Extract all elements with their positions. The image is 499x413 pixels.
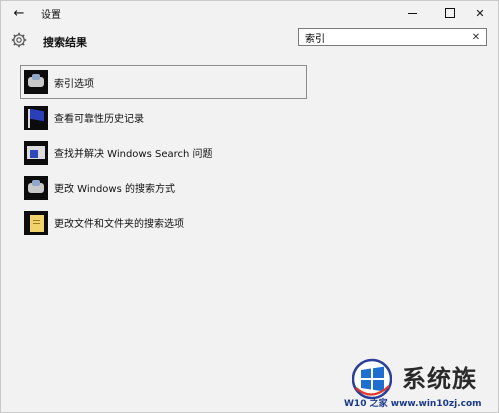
clear-icon: ✕: [471, 31, 481, 43]
watermark: 系统族 W10 之家 www.win10zj.com: [344, 356, 494, 409]
result-indexing-options[interactable]: 索引选项: [20, 65, 307, 99]
gear-icon: [11, 32, 27, 48]
result-label: 查找并解决 Windows Search 问题: [54, 149, 213, 160]
close-icon: ✕: [475, 6, 485, 20]
result-folder-search-options[interactable]: 更改文件和文件夹的搜索选项: [21, 207, 307, 238]
watermark-url-part3: www.win10zj.com: [390, 399, 482, 409]
maximize-button[interactable]: [433, 1, 467, 25]
page-header: 搜索结果 ✕: [1, 25, 498, 59]
close-button[interactable]: ✕: [463, 1, 497, 25]
page-title: 搜索结果: [43, 36, 87, 49]
search-input[interactable]: [299, 29, 465, 45]
result-label: 查看可靠性历史记录: [54, 114, 144, 125]
troubleshoot-icon: [24, 140, 48, 165]
watermark-brand: 系统族: [402, 365, 477, 393]
windows-logo-icon: [352, 358, 392, 400]
title-bar: ← 设置 ✕: [1, 1, 498, 25]
watermark-url-part1: W10: [344, 399, 367, 409]
maximize-icon: [445, 8, 455, 18]
clear-search-button[interactable]: ✕: [470, 30, 482, 44]
reliability-flag-icon: [24, 105, 48, 130]
result-troubleshoot-search[interactable]: 查找并解决 Windows Search 问题: [21, 137, 307, 168]
settings-window: ← 设置 ✕ 搜索结果 索引 ✕ 索引选项 查看可靠性历史记录 查找并解决 Wi…: [0, 0, 499, 413]
search-results-list: 索引选项 查看可靠性历史记录 查找并解决 Windows Search 问题 更…: [20, 65, 311, 242]
watermark-url-part2: 之家: [369, 399, 388, 409]
minimize-icon: [407, 12, 417, 14]
result-label: 更改文件和文件夹的搜索选项: [54, 219, 184, 230]
result-reliability-history[interactable]: 查看可靠性历史记录: [21, 102, 307, 133]
folder-options-icon: [24, 210, 48, 235]
result-label: 索引选项: [54, 78, 94, 90]
back-arrow-icon: ←: [13, 5, 25, 21]
indexing-options-icon: [24, 70, 48, 94]
result-change-search-method[interactable]: 更改 Windows 的搜索方式: [21, 172, 307, 203]
minimize-button[interactable]: [395, 1, 429, 25]
back-button[interactable]: ←: [9, 4, 29, 22]
watermark-url: W10 之家 www.win10zj.com: [344, 396, 482, 409]
search-box[interactable]: ✕: [298, 28, 487, 46]
window-title: 设置: [41, 10, 61, 21]
result-label: 更改 Windows 的搜索方式: [54, 184, 175, 195]
search-settings-icon: [24, 175, 48, 200]
